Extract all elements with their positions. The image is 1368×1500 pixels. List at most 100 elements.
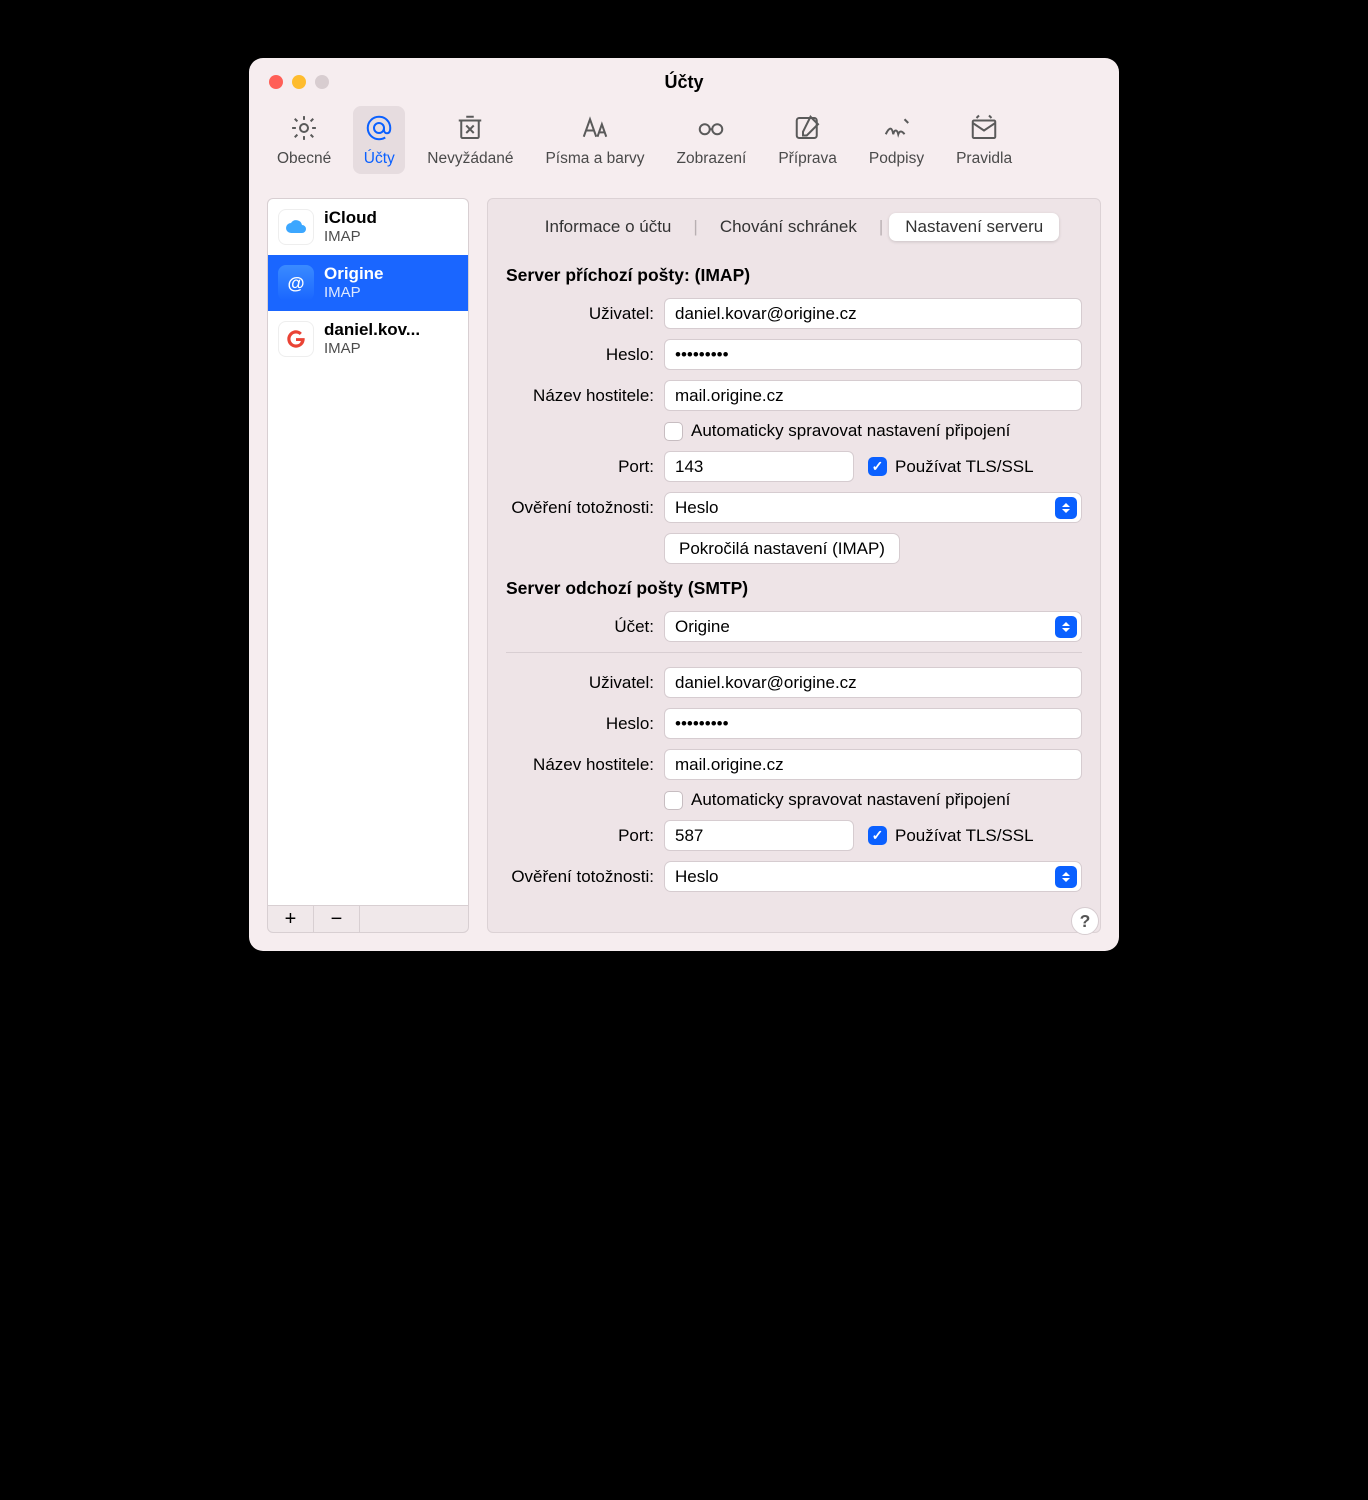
tab-account-info[interactable]: Informace o účtu [529, 213, 688, 241]
checkbox-label: Automaticky spravovat nastavení připojen… [691, 790, 1010, 810]
smtp-auth-label: Ověření totožnosti: [506, 867, 664, 887]
smtp-port-input[interactable]: 587 [664, 820, 854, 851]
tab-fonts[interactable]: Písma a barvy [535, 106, 654, 174]
imap-port-input[interactable]: 143 [664, 451, 854, 482]
smtp-user-input[interactable]: daniel.kovar@origine.cz [664, 667, 1082, 698]
account-name: daniel.kov... [324, 321, 420, 340]
smtp-auto-manage-checkbox[interactable]: Automaticky spravovat nastavení připojen… [664, 790, 1010, 810]
checkbox-icon [868, 457, 887, 476]
smtp-pass-label: Heslo: [506, 714, 664, 734]
account-row-origine[interactable]: @ Origine IMAP [268, 255, 468, 311]
tab-viewing[interactable]: Zobrazení [667, 106, 757, 174]
tab-label: Podpisy [869, 150, 924, 168]
tab-mailbox-behaviors[interactable]: Chování schránek [704, 213, 873, 241]
trash-icon [454, 112, 486, 144]
detail-tabs: Informace o účtu | Chování schránek | Na… [506, 213, 1082, 241]
select-value: Origine [675, 617, 730, 636]
compose-icon [792, 112, 824, 144]
divider [506, 652, 1082, 653]
smtp-port-label: Port: [506, 826, 664, 846]
account-row-google[interactable]: daniel.kov... IMAP [268, 311, 468, 367]
account-proto: IMAP [324, 228, 377, 245]
smtp-tls-checkbox[interactable]: Používat TLS/SSL [868, 826, 1034, 846]
checkbox-icon [664, 422, 683, 441]
rules-icon [968, 112, 1000, 144]
smtp-account-select[interactable]: Origine [664, 611, 1082, 642]
at-icon: @ [278, 265, 314, 301]
account-proto: IMAP [324, 284, 384, 301]
preferences-window: Účty Obecné Účty Nevyžádané Písma a barv… [249, 58, 1119, 951]
account-row-icloud[interactable]: iCloud IMAP [268, 199, 468, 255]
help-button[interactable]: ? [1071, 907, 1099, 935]
smtp-auth-select[interactable]: Heslo [664, 861, 1082, 892]
imap-host-label: Název hostitele: [506, 386, 664, 406]
fonts-icon [579, 112, 611, 144]
cloud-icon [278, 209, 314, 245]
imap-auth-select[interactable]: Heslo [664, 492, 1082, 523]
zoom-window-button [315, 75, 329, 89]
imap-port-label: Port: [506, 457, 664, 477]
account-name: Origine [324, 265, 384, 284]
smtp-user-label: Uživatel: [506, 673, 664, 693]
tab-signatures[interactable]: Podpisy [859, 106, 934, 174]
imap-user-label: Uživatel: [506, 304, 664, 324]
imap-tls-checkbox[interactable]: Používat TLS/SSL [868, 457, 1034, 477]
select-value: Heslo [675, 867, 718, 886]
select-value: Heslo [675, 498, 718, 517]
tab-label: Zobrazení [677, 150, 747, 168]
tab-label: Písma a barvy [545, 150, 644, 168]
tab-general[interactable]: Obecné [267, 106, 341, 174]
tab-accounts[interactable]: Účty [353, 106, 405, 174]
tab-label: Obecné [277, 150, 331, 168]
chevron-updown-icon [1055, 616, 1077, 638]
imap-auth-label: Ověření totožnosti: [506, 498, 664, 518]
glasses-icon [695, 112, 727, 144]
sidebar-footer: + − [267, 905, 469, 933]
imap-pass-label: Heslo: [506, 345, 664, 365]
tab-junk[interactable]: Nevyžádané [417, 106, 523, 174]
smtp-host-label: Název hostitele: [506, 755, 664, 775]
tab-rules[interactable]: Pravidla [946, 106, 1022, 174]
imap-advanced-button[interactable]: Pokročilá nastavení (IMAP) [664, 533, 900, 564]
add-account-button[interactable]: + [268, 906, 314, 932]
titlebar: Účty [249, 58, 1119, 106]
account-detail-panel: Informace o účtu | Chování schránek | Na… [487, 198, 1101, 933]
smtp-account-label: Účet: [506, 617, 664, 637]
checkbox-label: Používat TLS/SSL [895, 457, 1034, 477]
sidebar-footer-spacer [360, 906, 468, 932]
imap-host-input[interactable]: mail.origine.cz [664, 380, 1082, 411]
account-proto: IMAP [324, 340, 420, 357]
traffic-lights [269, 75, 329, 89]
chevron-updown-icon [1055, 497, 1077, 519]
smtp-host-input[interactable]: mail.origine.cz [664, 749, 1082, 780]
minimize-window-button[interactable] [292, 75, 306, 89]
checkbox-label: Automaticky spravovat nastavení připojen… [691, 421, 1010, 441]
imap-section-title: Server příchozí pošty: (IMAP) [506, 265, 1082, 286]
smtp-section-title: Server odchozí pošty (SMTP) [506, 578, 1082, 599]
accounts-sidebar: iCloud IMAP @ Origine IMAP [267, 198, 469, 933]
tab-label: Pravidla [956, 150, 1012, 168]
tab-label: Účty [364, 150, 395, 168]
remove-account-button[interactable]: − [314, 906, 360, 932]
at-icon [363, 112, 395, 144]
smtp-pass-input[interactable]: ••••••••• [664, 708, 1082, 739]
account-name: iCloud [324, 209, 377, 228]
imap-pass-input[interactable]: ••••••••• [664, 339, 1082, 370]
checkbox-icon [868, 826, 887, 845]
imap-user-input[interactable]: daniel.kovar@origine.cz [664, 298, 1082, 329]
gear-icon [288, 112, 320, 144]
prefs-toolbar: Obecné Účty Nevyžádané Písma a barvy Zob… [249, 106, 1119, 184]
imap-auto-manage-checkbox[interactable]: Automaticky spravovat nastavení připojen… [664, 421, 1010, 441]
signature-icon [881, 112, 913, 144]
tab-server-settings[interactable]: Nastavení serveru [889, 213, 1059, 241]
accounts-list: iCloud IMAP @ Origine IMAP [267, 198, 469, 905]
checkbox-label: Používat TLS/SSL [895, 826, 1034, 846]
tab-label: Příprava [778, 150, 837, 168]
tab-composing[interactable]: Příprava [768, 106, 847, 174]
tab-label: Nevyžádané [427, 150, 513, 168]
checkbox-icon [664, 791, 683, 810]
chevron-updown-icon [1055, 866, 1077, 888]
close-window-button[interactable] [269, 75, 283, 89]
window-title: Účty [664, 72, 703, 93]
google-icon [278, 321, 314, 357]
